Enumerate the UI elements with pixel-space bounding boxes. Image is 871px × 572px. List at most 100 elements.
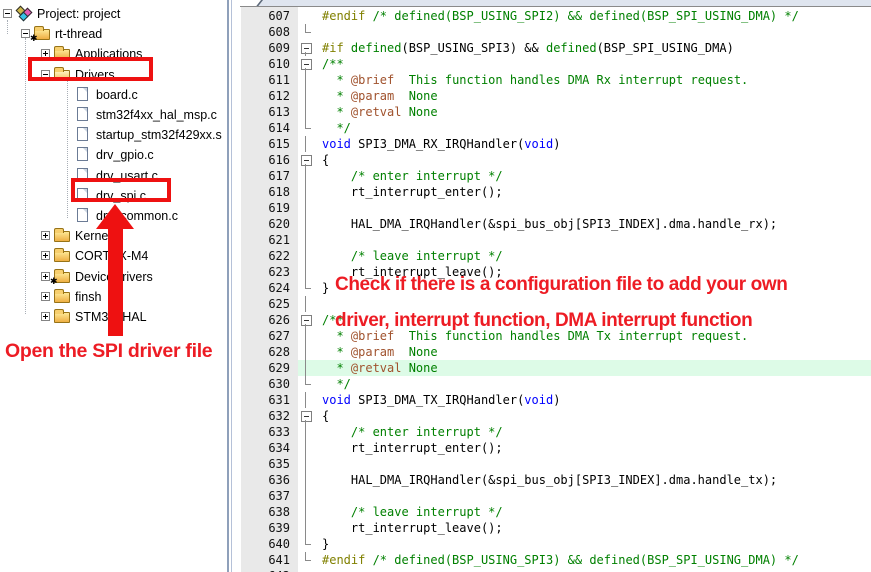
tree-item-label: stm32f4xx_hal_msp.c <box>96 105 217 125</box>
code-line-614[interactable]: 614 */ <box>240 120 871 136</box>
code-text[interactable] <box>313 568 871 572</box>
code-line-629[interactable]: 629 * @retval None <box>240 360 871 376</box>
code-line-619[interactable]: 619 <box>240 200 871 216</box>
code-line-635[interactable]: 635 <box>240 456 871 472</box>
line-number: 608 <box>240 24 298 40</box>
tree-item-drv-gpio-c[interactable]: drv_gpio.c <box>0 145 227 165</box>
editor-tab-strip <box>240 0 871 7</box>
annotation-arrow-up-icon <box>96 204 134 229</box>
code-line-630[interactable]: 630 */ <box>240 376 871 392</box>
code-text[interactable]: #if defined(BSP_USING_SPI3) && defined(B… <box>313 40 871 56</box>
expand-toggle-icon[interactable] <box>41 312 50 321</box>
code-text[interactable]: /* enter interrupt */ <box>313 168 871 184</box>
code-line-638[interactable]: 638 /* leave interrupt */ <box>240 504 871 520</box>
code-text[interactable]: */ <box>313 376 871 392</box>
tree-item-label: rt-thread <box>55 24 102 44</box>
code-text[interactable]: /* leave interrupt */ <box>313 504 871 520</box>
expand-toggle-icon[interactable] <box>41 231 50 240</box>
code-line-634[interactable]: 634 rt_interrupt_enter(); <box>240 440 871 456</box>
fold-toggle-icon[interactable] <box>298 152 313 168</box>
code-text[interactable]: /* leave interrupt */ <box>313 248 871 264</box>
code-line-609[interactable]: 609#if defined(BSP_USING_SPI3) && define… <box>240 40 871 56</box>
code-text[interactable]: HAL_DMA_IRQHandler(&spi_bus_obj[SPI3_IND… <box>313 472 871 488</box>
expand-toggle-icon[interactable] <box>41 272 50 281</box>
code-text[interactable]: /* enter interrupt */ <box>313 424 871 440</box>
code-text[interactable]: void SPI3_DMA_RX_IRQHandler(void) <box>313 136 871 152</box>
fold-toggle-icon[interactable] <box>298 40 313 56</box>
tree-item-project-project[interactable]: Project: project <box>0 4 227 24</box>
code-text[interactable]: * @retval None <box>313 360 871 376</box>
code-text[interactable] <box>313 232 871 248</box>
fold-toggle-icon[interactable] <box>298 312 313 328</box>
code-text[interactable]: { <box>313 408 871 424</box>
annotation-arrow-shaft <box>108 227 123 336</box>
fold-toggle-icon[interactable] <box>298 56 313 72</box>
expand-toggle-icon[interactable] <box>41 292 50 301</box>
collapse-toggle-icon[interactable] <box>3 9 12 18</box>
editor-tab[interactable] <box>254 0 871 7</box>
code-text[interactable]: * @retval None <box>313 104 871 120</box>
code-line-608[interactable]: 608 <box>240 24 871 40</box>
fold-margin <box>298 200 313 216</box>
code-text[interactable]: } <box>313 536 871 552</box>
code-line-639[interactable]: 639 rt_interrupt_leave(); <box>240 520 871 536</box>
code-line-641[interactable]: 641#endif /* defined(BSP_USING_SPI3) && … <box>240 552 871 568</box>
code-line-613[interactable]: 613 * @retval None <box>240 104 871 120</box>
code-line-610[interactable]: 610 /** <box>240 56 871 72</box>
file-icon <box>77 127 88 141</box>
code-text[interactable]: * @param None <box>313 344 871 360</box>
code-text[interactable]: void SPI3_DMA_TX_IRQHandler(void) <box>313 392 871 408</box>
code-line-642[interactable]: 642 <box>240 568 871 572</box>
folder-icon <box>54 312 70 323</box>
code-text[interactable]: rt_interrupt_leave(); <box>313 520 871 536</box>
code-text[interactable]: /** <box>313 56 871 72</box>
pane-splitter[interactable] <box>227 0 232 572</box>
code-line-633[interactable]: 633 /* enter interrupt */ <box>240 424 871 440</box>
code-text[interactable] <box>313 200 871 216</box>
code-text[interactable]: */ <box>313 120 871 136</box>
code-line-612[interactable]: 612 * @param None <box>240 88 871 104</box>
expand-toggle-icon[interactable] <box>41 251 50 260</box>
fold-margin <box>298 248 313 264</box>
code-text[interactable]: * @param None <box>313 88 871 104</box>
code-line-607[interactable]: 607#endif /* defined(BSP_USING_SPI2) && … <box>240 8 871 24</box>
code-text[interactable]: { <box>313 152 871 168</box>
tree-item-stm32f4xx-hal-msp-c[interactable]: stm32f4xx_hal_msp.c <box>0 105 227 125</box>
fold-margin <box>298 8 313 24</box>
tree-item-startup-stm32f429xx-s[interactable]: startup_stm32f429xx.s <box>0 125 227 145</box>
code-text[interactable]: #endif /* defined(BSP_USING_SPI3) && def… <box>313 552 871 568</box>
collapse-toggle-icon[interactable] <box>21 29 30 38</box>
code-line-621[interactable]: 621 <box>240 232 871 248</box>
code-line-628[interactable]: 628 * @param None <box>240 344 871 360</box>
fold-margin <box>298 392 313 408</box>
code-text[interactable] <box>313 456 871 472</box>
code-line-640[interactable]: 640} <box>240 536 871 552</box>
code-line-615[interactable]: 615void SPI3_DMA_RX_IRQHandler(void) <box>240 136 871 152</box>
code-text[interactable]: HAL_DMA_IRQHandler(&spi_bus_obj[SPI3_IND… <box>313 216 871 232</box>
line-number: 612 <box>240 88 298 104</box>
code-text[interactable]: #endif /* defined(BSP_USING_SPI2) && def… <box>313 8 871 24</box>
tree-item-board-c[interactable]: board.c <box>0 85 227 105</box>
code-text[interactable]: * @brief This function handles DMA Rx in… <box>313 72 871 88</box>
line-number: 640 <box>240 536 298 552</box>
code-line-632[interactable]: 632{ <box>240 408 871 424</box>
line-number: 630 <box>240 376 298 392</box>
code-line-618[interactable]: 618 rt_interrupt_enter(); <box>240 184 871 200</box>
code-text[interactable] <box>313 24 871 40</box>
fold-margin <box>298 440 313 456</box>
code-text[interactable] <box>313 488 871 504</box>
code-line-622[interactable]: 622 /* leave interrupt */ <box>240 248 871 264</box>
code-line-620[interactable]: 620 HAL_DMA_IRQHandler(&spi_bus_obj[SPI3… <box>240 216 871 232</box>
code-line-636[interactable]: 636 HAL_DMA_IRQHandler(&spi_bus_obj[SPI3… <box>240 472 871 488</box>
code-line-637[interactable]: 637 <box>240 488 871 504</box>
line-number: 610 <box>240 56 298 72</box>
code-line-617[interactable]: 617 /* enter interrupt */ <box>240 168 871 184</box>
line-number: 635 <box>240 456 298 472</box>
tree-item-rt-thread[interactable]: ✱rt-thread <box>0 24 227 44</box>
code-line-631[interactable]: 631void SPI3_DMA_TX_IRQHandler(void) <box>240 392 871 408</box>
code-text[interactable]: rt_interrupt_enter(); <box>313 184 871 200</box>
code-text[interactable]: rt_interrupt_enter(); <box>313 440 871 456</box>
code-line-616[interactable]: 616{ <box>240 152 871 168</box>
code-line-611[interactable]: 611 * @brief This function handles DMA R… <box>240 72 871 88</box>
fold-toggle-icon[interactable] <box>298 408 313 424</box>
